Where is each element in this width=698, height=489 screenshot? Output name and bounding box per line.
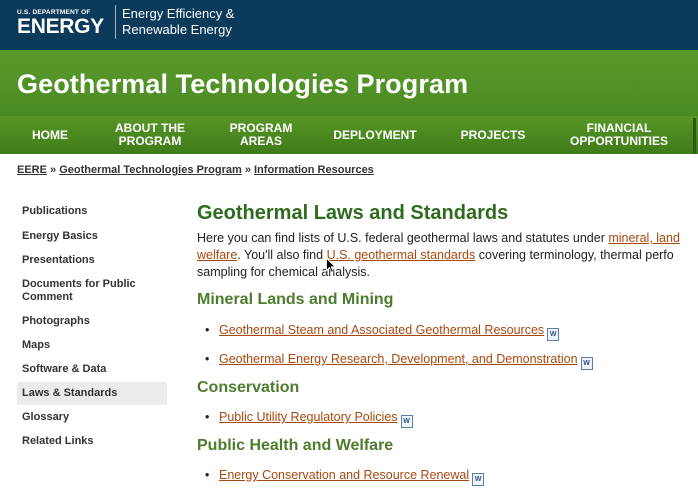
mouse-cursor-icon [326,258,336,274]
breadcrumb-information-resources[interactable]: Information Resources [254,164,374,176]
nav-home[interactable]: HOME [18,116,82,154]
sidebar-item-maps[interactable]: Maps [17,334,167,357]
nav-financial-opportunities[interactable]: FINANCIAL OPPORTUNITIES [555,116,683,154]
intro-text: sampling for chemical analysis. [197,265,370,279]
intro-text: covering terminology, thermal perfo [475,248,674,262]
word-document-icon[interactable]: W [400,415,413,428]
doe-logo-text: ENERGY [17,15,104,38]
sidebar-nav: Publications Energy Basics Presentations… [17,200,167,453]
breadcrumb-separator: » [46,164,60,176]
bullet: • [205,323,210,337]
doe-logo[interactable]: U.S. DEPARTMENT OF ENERGY [17,7,109,38]
sidebar-item-related-links[interactable]: Related Links [17,430,167,453]
bullet: • [205,352,210,366]
sidebar-item-publications[interactable]: Publications [17,200,167,223]
list-item: • Geothermal Steam and Associated Geother… [205,323,560,341]
bullet: • [205,410,210,424]
sidebar-item-software-data[interactable]: Software & Data [17,358,167,381]
intro-paragraph: Here you can find lists of U.S. federal … [197,230,698,281]
logo-divider [115,5,116,39]
word-document-icon[interactable]: W [547,328,560,341]
breadcrumb-separator: » [241,164,254,176]
breadcrumb-geothermal[interactable]: Geothermal Technologies Program [59,164,242,176]
top-header-bar: U.S. DEPARTMENT OF ENERGY Energy Efficie… [0,0,698,50]
word-document-icon[interactable]: W [580,357,593,370]
nav-projects[interactable]: PROJECTS [448,116,538,154]
eere-line-2: Renewable Energy [122,22,232,37]
program-title[interactable]: Geothermal Technologies Program [17,69,468,100]
program-banner: Geothermal Technologies Program [0,50,698,116]
sidebar-item-energy-basics[interactable]: Energy Basics [17,225,167,248]
sidebar-item-laws-standards[interactable]: Laws & Standards [17,382,167,405]
law-link[interactable]: Energy Conservation and Resource Renewal [219,468,469,482]
intro-text: . You'll also find [237,248,327,262]
geothermal-standards-link[interactable]: U.S. geothermal standards [327,248,476,262]
law-link[interactable]: Public Utility Regulatory Policies [219,410,398,424]
sidebar-item-presentations[interactable]: Presentations [17,249,167,272]
law-link[interactable]: Geothermal Energy Research, Development,… [219,352,578,366]
sidebar-item-documents-public-comment[interactable]: Documents for Public Comment [17,273,167,309]
nav-divider [693,118,696,154]
list-item: • Energy Conservation and Resource Renewa… [205,468,485,486]
eere-line-1: Energy Efficiency & [122,6,235,21]
law-link[interactable]: Geothermal Steam and Associated Geotherm… [219,323,544,337]
bullet: • [205,468,210,482]
breadcrumb: EERE » Geothermal Technologies Program »… [17,164,374,176]
nav-about-program[interactable]: ABOUT THE PROGRAM [104,116,196,154]
main-nav: HOME ABOUT THE PROGRAM PROGRAM AREAS DEP… [0,116,698,154]
list-item: • Public Utility Regulatory Policies W [205,410,413,428]
sidebar-item-photographs[interactable]: Photographs [17,310,167,333]
intro-text: Here you can find lists of U.S. federal … [197,231,609,245]
section-heading-public-health: Public Health and Welfare [197,437,394,454]
page-title: Geothermal Laws and Standards [197,202,509,224]
list-item: • Geothermal Energy Research, Development… [205,352,593,370]
sidebar-item-glossary[interactable]: Glossary [17,406,167,429]
section-heading-mineral-lands: Mineral Lands and Mining [197,291,394,308]
eere-logo[interactable]: Energy Efficiency & Renewable Energy [122,6,234,38]
word-document-icon[interactable]: W [472,473,485,486]
section-heading-conservation: Conservation [197,379,300,396]
welfare-link[interactable]: welfare [197,248,237,262]
nav-deployment[interactable]: DEPLOYMENT [322,116,428,154]
breadcrumb-eere[interactable]: EERE [17,164,47,176]
mineral-lands-link[interactable]: mineral, land [608,231,680,245]
nav-program-areas[interactable]: PROGRAM AREAS [216,116,306,154]
